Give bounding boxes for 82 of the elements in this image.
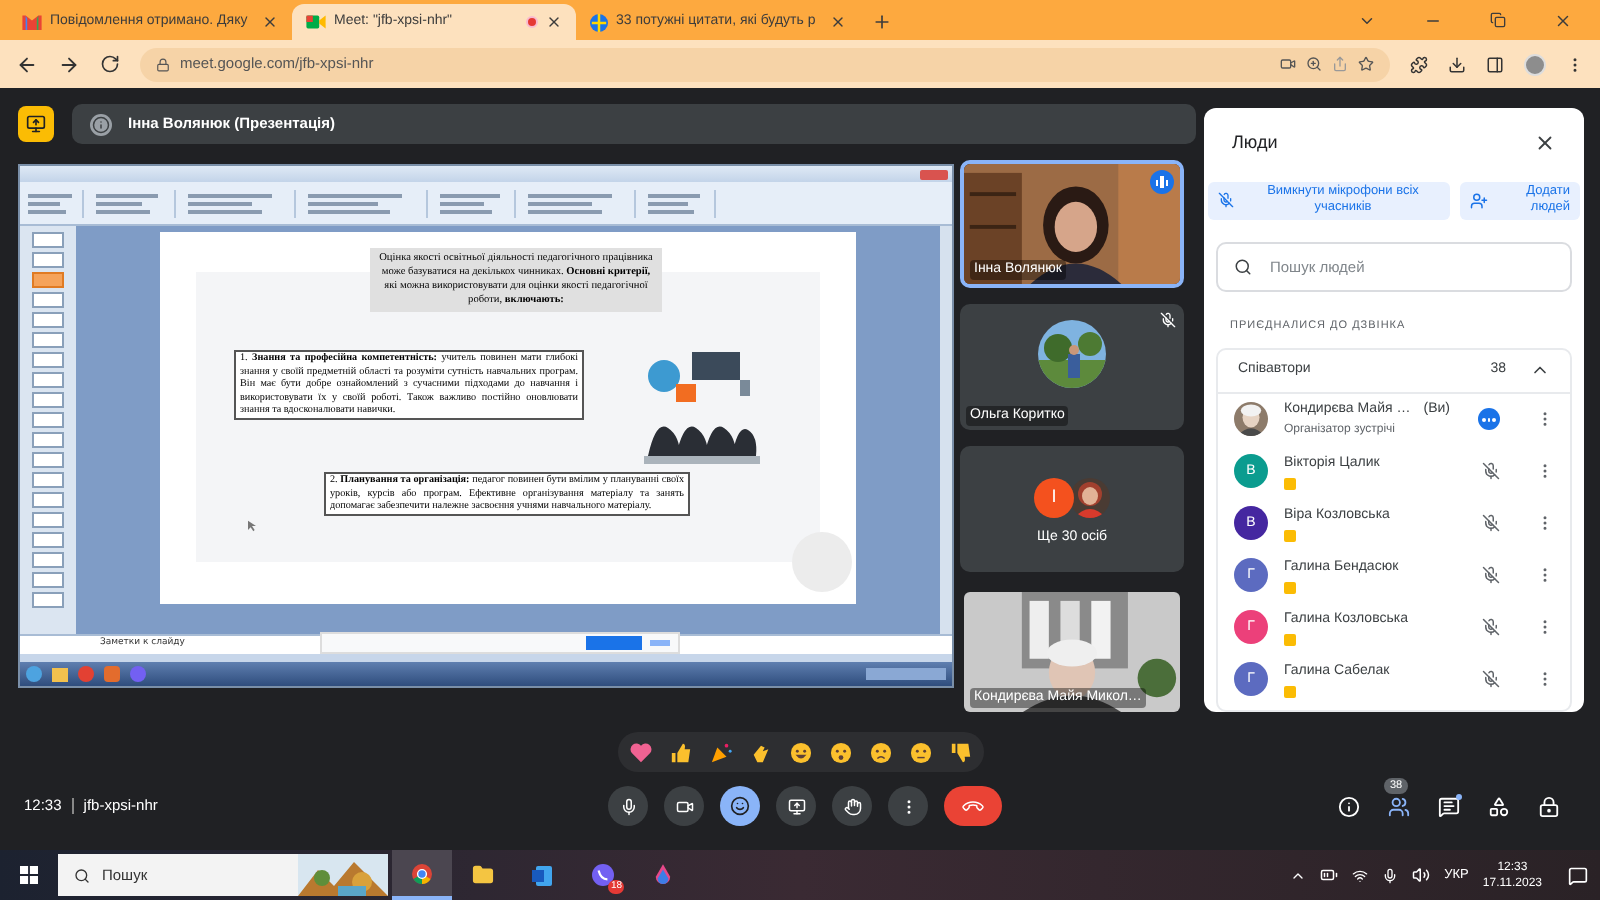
- tag-icon: [1284, 530, 1296, 542]
- phone-bubble-icon: [591, 864, 613, 886]
- mic-off-icon: [1482, 670, 1500, 689]
- globe-icon: [590, 13, 608, 31]
- side-panel-icon[interactable]: [1486, 55, 1504, 73]
- laughing-face-icon[interactable]: [789, 741, 811, 763]
- mic-off-icon: [1482, 618, 1500, 637]
- monitor-icon: [26, 114, 46, 134]
- mic-off-icon: [1482, 462, 1500, 481]
- search-icon: [74, 868, 90, 884]
- presentation-off-icon[interactable]: [18, 106, 54, 142]
- tag-icon: [1284, 634, 1296, 646]
- close-icon[interactable]: [546, 14, 562, 30]
- people-icon[interactable]: [1388, 795, 1410, 817]
- camera-icon: [1280, 56, 1296, 72]
- folder-icon: [471, 864, 493, 886]
- back-icon[interactable]: [16, 53, 38, 75]
- drop-icon: [653, 864, 671, 886]
- speaking-indicator-icon: [1478, 408, 1500, 431]
- download-icon[interactable]: [1448, 55, 1466, 73]
- add-person-icon: [1470, 191, 1488, 209]
- reactions-button[interactable]: [720, 786, 760, 826]
- tab-search-icon[interactable]: [1358, 12, 1376, 30]
- close-icon[interactable]: [1554, 12, 1572, 30]
- present-button[interactable]: [776, 786, 816, 826]
- notifications-icon[interactable]: [1568, 865, 1588, 885]
- thinking-face-icon[interactable]: [909, 741, 931, 763]
- clapping-hands-icon[interactable]: [749, 741, 771, 763]
- hand-icon: [843, 797, 861, 815]
- more-options-button[interactable]: [888, 786, 928, 826]
- windows-start-icon[interactable]: [20, 866, 38, 884]
- close-icon[interactable]: [830, 14, 846, 30]
- party-popper-icon[interactable]: [709, 741, 731, 763]
- bookmark-star-icon[interactable]: [1358, 56, 1374, 72]
- document-icon: [532, 865, 552, 885]
- share-icon: [1332, 56, 1348, 72]
- thumbs-up-icon[interactable]: [669, 741, 691, 763]
- video-camera-icon: [306, 14, 326, 30]
- wifi-icon: [1352, 867, 1369, 883]
- present-screen-icon: [787, 797, 805, 815]
- search-icon: [1234, 257, 1252, 275]
- host-controls-icon[interactable]: [1538, 795, 1560, 817]
- new-tab-icon[interactable]: [872, 12, 892, 32]
- extensions-icon[interactable]: [1410, 55, 1428, 73]
- close-icon[interactable]: [1534, 132, 1556, 155]
- surprised-face-icon[interactable]: [829, 741, 851, 763]
- microphone-icon: [1382, 867, 1399, 883]
- camera-button[interactable]: [664, 786, 704, 826]
- thumbs-down-icon[interactable]: [949, 741, 971, 763]
- reload-icon[interactable]: [100, 54, 120, 74]
- smiley-icon: [730, 796, 750, 816]
- chat-icon[interactable]: [1438, 795, 1460, 817]
- envelope-icon: [22, 14, 42, 30]
- zoom-icon: [1306, 56, 1322, 72]
- camera-icon: [675, 797, 693, 815]
- info-icon[interactable]: [1338, 795, 1360, 817]
- panel-title: Люди: [1232, 130, 1278, 156]
- profile-avatar-icon[interactable]: [1524, 53, 1546, 75]
- tag-icon: [1284, 686, 1296, 698]
- tag-icon: [1284, 582, 1296, 594]
- leave-call-button[interactable]: [944, 786, 1002, 826]
- restore-icon[interactable]: [1490, 12, 1506, 28]
- tag-icon: [1284, 478, 1296, 490]
- microphone-button[interactable]: [608, 786, 648, 826]
- mic-off-icon: [1160, 312, 1176, 328]
- microphone-icon: [619, 797, 637, 815]
- close-icon[interactable]: [262, 14, 278, 30]
- mic-off-icon: [1218, 192, 1234, 208]
- activities-icon[interactable]: [1488, 795, 1510, 817]
- mic-off-icon: [1482, 514, 1500, 533]
- battery-icon: [1320, 866, 1339, 884]
- volume-icon[interactable]: [1412, 866, 1431, 884]
- chrome-logo-icon: [412, 863, 432, 883]
- heart-icon[interactable]: [629, 741, 651, 763]
- forward-icon[interactable]: [58, 53, 80, 75]
- mic-off-icon: [1482, 566, 1500, 585]
- chrome-taskbar-icon[interactable]: [392, 850, 452, 900]
- raise-hand-button[interactable]: [832, 786, 872, 826]
- cursor-icon: [248, 520, 256, 532]
- sad-face-icon[interactable]: [869, 741, 891, 763]
- avatar-initial: І: [1034, 477, 1074, 518]
- lock-icon: [156, 57, 170, 71]
